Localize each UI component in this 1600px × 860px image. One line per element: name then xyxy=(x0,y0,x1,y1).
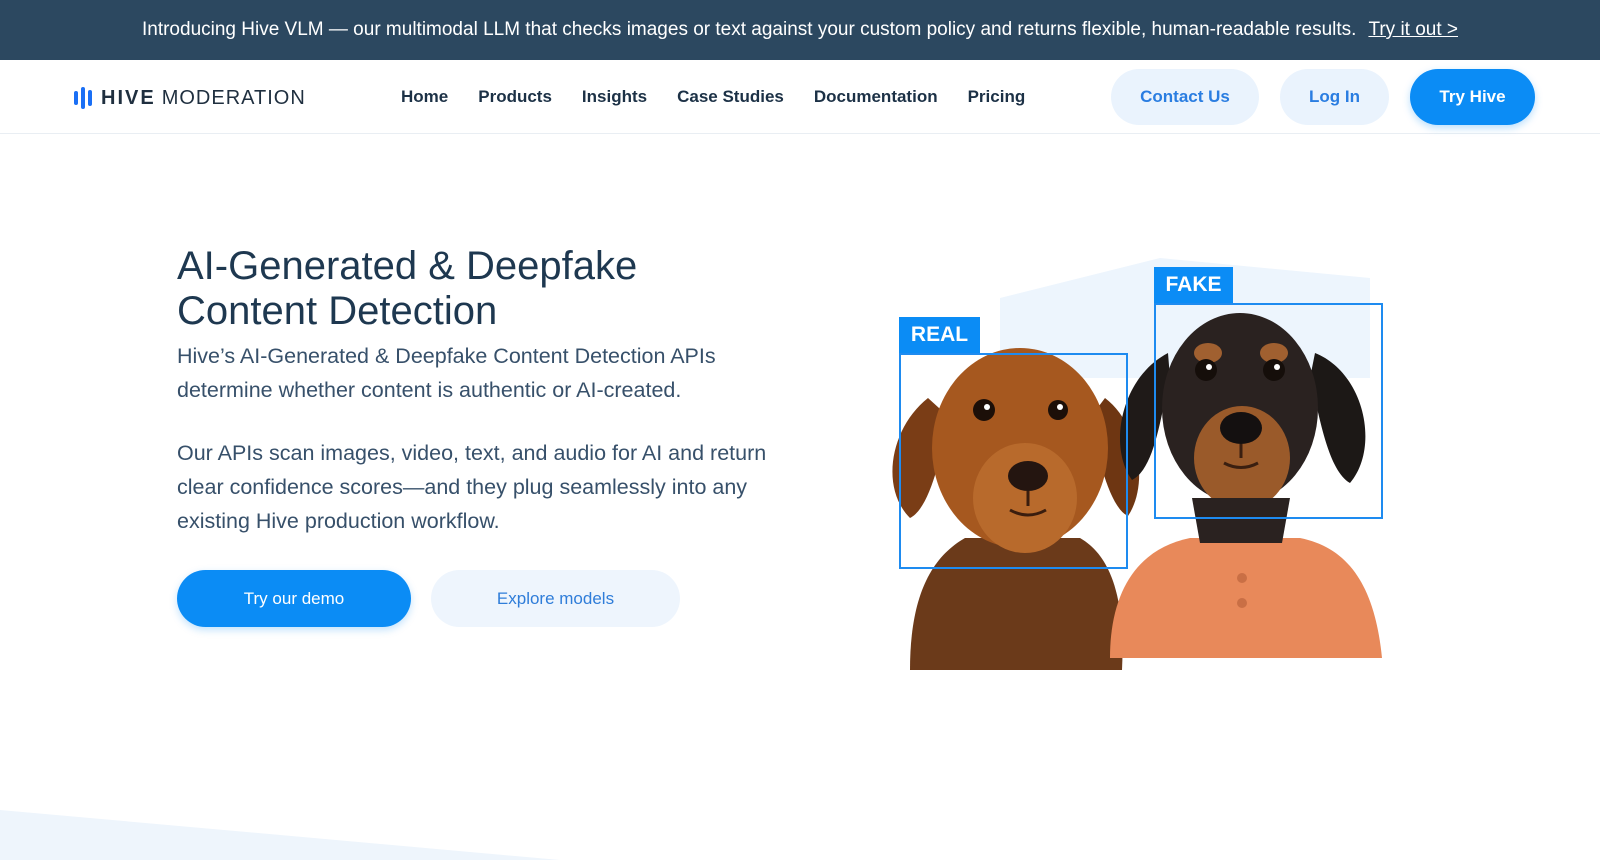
log-in-button[interactable]: Log In xyxy=(1280,69,1389,125)
explore-models-button[interactable]: Explore models xyxy=(431,570,680,627)
hero-illustration: REAL FAKE xyxy=(870,258,1410,670)
nav-item-case-studies[interactable]: Case Studies xyxy=(677,87,784,107)
nav-item-insights[interactable]: Insights xyxy=(582,87,647,107)
try-demo-button[interactable]: Try our demo xyxy=(177,570,411,627)
try-hive-button[interactable]: Try Hive xyxy=(1410,69,1535,125)
contact-us-button[interactable]: Contact Us xyxy=(1111,69,1259,125)
nav-links: Home Products Insights Case Studies Docu… xyxy=(401,60,1025,134)
real-detection-box xyxy=(899,353,1128,569)
hive-logo[interactable]: HIVE MODERATION xyxy=(74,86,306,110)
announcement-text: Introducing Hive VLM — our multimodal LL… xyxy=(141,19,1357,40)
nav-item-home[interactable]: Home xyxy=(401,87,448,107)
announcement-link[interactable]: Try it out > xyxy=(1368,19,1458,41)
fake-label-tag: FAKE xyxy=(1154,267,1233,303)
nav-item-pricing[interactable]: Pricing xyxy=(968,87,1026,107)
hero-subtitle: Hive’s AI-Generated & Deepfake Content D… xyxy=(177,344,716,402)
hero-body: Our APIs scan images, video, text, and a… xyxy=(177,441,767,533)
fake-detection-box xyxy=(1154,303,1383,519)
real-label-tag: REAL xyxy=(899,317,980,353)
nav-item-documentation[interactable]: Documentation xyxy=(814,87,938,107)
hive-logo-icon xyxy=(74,87,92,109)
bottom-wave-shape xyxy=(0,810,560,860)
nav-item-products[interactable]: Products xyxy=(478,87,552,107)
logo-word-hive: HIVE xyxy=(101,86,156,109)
hero-title: AI-Generated & Deepfake Content Detectio… xyxy=(177,244,638,333)
announcement-bar: Introducing Hive VLM — our multimodal LL… xyxy=(0,0,1600,60)
logo-word-moderation: MODERATION xyxy=(161,86,306,109)
